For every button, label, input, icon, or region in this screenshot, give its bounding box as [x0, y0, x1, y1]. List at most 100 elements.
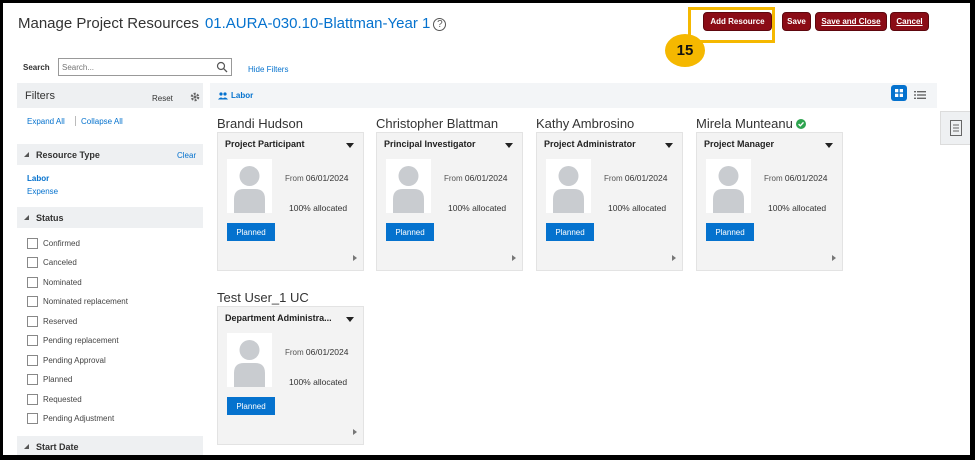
resource-card[interactable]: Project Administrator From 06/01/2024 10… [536, 132, 683, 271]
page-title: Manage Project Resources 01.AURA-030.10-B… [18, 15, 447, 32]
from-label: From [285, 348, 304, 357]
checkbox-label: Confirmed [43, 239, 80, 248]
from-label: From [764, 174, 783, 183]
role-label: Project Administrator [544, 139, 636, 149]
avatar [706, 159, 751, 213]
search-field[interactable] [58, 58, 232, 76]
status-checkbox-nominated-replacement[interactable]: Nominated replacement [27, 296, 128, 307]
hide-filters-link[interactable]: Hide Filters [248, 65, 288, 74]
resource-type-expense[interactable]: Expense [27, 187, 58, 196]
labor-tab[interactable]: Labor [218, 91, 253, 100]
role-label: Principal Investigator [384, 139, 476, 149]
status-checkbox-canceled[interactable]: Canceled [27, 257, 77, 268]
expand-arrow-icon[interactable] [353, 429, 357, 435]
page-title-text: Manage Project Resources [18, 15, 199, 32]
resource-name: Test User_1 UC [217, 290, 309, 305]
status-checkbox-pending-approval[interactable]: Pending Approval [27, 355, 106, 366]
status-section-header[interactable]: Status [17, 207, 203, 228]
checkbox[interactable] [27, 335, 38, 346]
collapse-triangle-icon [24, 152, 29, 157]
from-date: From 06/01/2024 [764, 173, 827, 183]
checkbox[interactable] [27, 296, 38, 307]
avatar [546, 159, 591, 213]
resource-card[interactable]: Project Participant From 06/01/2024 100%… [217, 132, 364, 271]
resource-type-clear-link[interactable]: Clear [177, 151, 196, 160]
expand-arrow-icon[interactable] [672, 255, 676, 261]
start-date-section-header[interactable]: Start Date [17, 436, 203, 455]
from-date: From 06/01/2024 [604, 173, 667, 183]
resource-card[interactable]: Department Administra... From 06/01/2024… [217, 306, 364, 445]
role-label: Project Manager [704, 139, 775, 149]
role-label: Department Administra... [225, 313, 332, 323]
collapse-triangle-icon [24, 444, 29, 449]
from-label: From [444, 174, 463, 183]
checkbox[interactable] [27, 394, 38, 405]
checkbox[interactable] [27, 413, 38, 424]
resource-name: Christopher Blattman [376, 116, 499, 131]
status-checkbox-pending-adjustment[interactable]: Pending Adjustment [27, 413, 114, 424]
verified-check-icon [795, 117, 806, 132]
status-checkbox-nominated[interactable]: Nominated [27, 277, 82, 288]
status-checkbox-reserved[interactable]: Reserved [27, 316, 77, 327]
status-badge: Planned [546, 223, 594, 241]
filters-header: Filters Reset [17, 83, 203, 108]
expand-all-link[interactable]: Expand All [27, 117, 65, 126]
checkbox[interactable] [27, 257, 38, 268]
from-label: From [285, 174, 304, 183]
resource-card[interactable]: Project Manager From 06/01/2024 100% all… [696, 132, 843, 271]
resource-type-section-header[interactable]: Resource Type Clear [17, 144, 203, 165]
filters-reset-link[interactable]: Reset [152, 94, 173, 103]
checkbox[interactable] [27, 277, 38, 288]
checkbox[interactable] [27, 238, 38, 249]
cancel-button[interactable]: Cancel [890, 12, 929, 31]
resource-type-labor[interactable]: Labor [27, 174, 49, 183]
save-button[interactable]: Save [782, 12, 811, 31]
checkbox-label: Requested [43, 395, 82, 404]
search-label: Search [23, 63, 50, 72]
status-label: Status [36, 213, 64, 223]
step-badge: 15 [665, 34, 705, 67]
people-icon [218, 91, 228, 99]
side-panel-toggle[interactable] [940, 111, 970, 145]
status-badge: Planned [227, 397, 275, 415]
gear-icon[interactable] [189, 90, 201, 108]
status-checkbox-planned[interactable]: Planned [27, 374, 72, 385]
expand-arrow-icon[interactable] [832, 255, 836, 261]
checkbox[interactable] [27, 316, 38, 327]
checkbox-label: Pending replacement [43, 336, 119, 345]
expand-arrow-icon[interactable] [353, 255, 357, 261]
status-checkbox-requested[interactable]: Requested [27, 394, 82, 405]
divider [75, 116, 76, 126]
resource-name: Brandi Hudson [217, 116, 303, 131]
checkbox[interactable] [27, 355, 38, 366]
project-name: 01.AURA-030.10-Blattman-Year 1 [204, 15, 431, 32]
role-dropdown-icon[interactable] [505, 143, 513, 148]
resource-name: Mirela Munteanu [696, 116, 806, 132]
expand-arrow-icon[interactable] [512, 255, 516, 261]
role-dropdown-icon[interactable] [665, 143, 673, 148]
save-and-close-button[interactable]: Save and Close [815, 12, 887, 31]
from-date-value: 06/01/2024 [464, 173, 508, 183]
status-checkbox-pending-replacement[interactable]: Pending replacement [27, 335, 119, 346]
checkbox-label: Nominated [43, 278, 82, 287]
from-label: From [604, 174, 623, 183]
checkbox-label: Planned [43, 375, 73, 384]
checkbox-label: Reserved [43, 317, 78, 326]
allocation: 100% allocated [768, 203, 827, 213]
from-date: From 06/01/2024 [285, 173, 348, 183]
role-dropdown-icon[interactable] [825, 143, 833, 148]
avatar [386, 159, 431, 213]
resources-panel: Labor Brandi Hudson Project Participant … [210, 83, 937, 455]
search-icon[interactable] [216, 60, 228, 78]
allocation: 100% allocated [448, 203, 507, 213]
collapse-all-link[interactable]: Collapse All [81, 117, 123, 126]
grid-view-icon[interactable] [891, 85, 907, 101]
role-dropdown-icon[interactable] [346, 317, 354, 322]
list-view-icon[interactable] [914, 87, 926, 105]
role-dropdown-icon[interactable] [346, 143, 354, 148]
resource-card[interactable]: Principal Investigator From 06/01/2024 1… [376, 132, 523, 271]
search-input[interactable] [62, 61, 212, 73]
status-checkbox-confirmed[interactable]: Confirmed [27, 238, 80, 249]
checkbox[interactable] [27, 374, 38, 385]
help-icon[interactable]: ? [433, 18, 447, 31]
